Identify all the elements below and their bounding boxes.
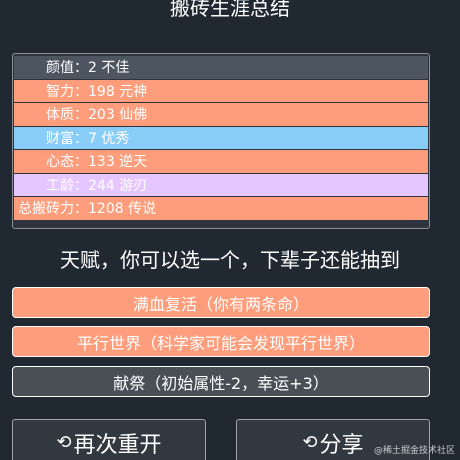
stat-name: 心态：: [46, 154, 88, 171]
stat-name: 工龄：: [46, 177, 88, 194]
talent-heading: 天赋，你可以选一个，下辈子还能抽到: [60, 248, 400, 272]
stat-row-looks: 颜值： 2 不佳: [14, 56, 428, 80]
stat-value: 1208 传说: [88, 201, 157, 218]
refresh-icon: ⟲: [56, 432, 72, 453]
talent-option-sacrifice[interactable]: 献祭（初始属性-2，幸运+3）: [12, 366, 430, 397]
stat-value: 244 游刃: [88, 177, 148, 194]
stat-name: 财富：: [46, 130, 88, 147]
stat-row-mentality: 心态： 133 逆天: [14, 150, 428, 174]
stat-value: 133 逆天: [88, 154, 148, 171]
stat-row-constitution: 体质： 203 仙佛: [14, 103, 428, 127]
stat-row-work-years: 工龄： 244 游刃: [14, 173, 428, 197]
stat-value: 203 仙佛: [88, 107, 148, 124]
share-button-label: 分享: [319, 433, 364, 458]
stat-row-total-power: 总搬砖力： 1208 传说: [14, 197, 428, 221]
talent-option-parallel-world[interactable]: 平行世界（科学家可能会发现平行世界）: [12, 326, 430, 357]
stat-name: 总搬砖力：: [18, 201, 88, 218]
restart-button-label: 再次重开: [73, 433, 162, 458]
talent-option-revive[interactable]: 满血复活（你有两条命）: [12, 287, 430, 318]
life-summary-screen: 搬砖生涯总结 颜值： 2 不佳 智力： 198 元神 体质： 203 仙佛 财富： 7 …: [0, 0, 460, 460]
page-title: 搬砖生涯总结: [170, 0, 290, 20]
stat-name: 颜值：: [46, 60, 88, 77]
stat-value: 7 优秀: [88, 130, 130, 147]
refresh-icon: ⟲: [302, 432, 318, 453]
stats-panel: 颜值： 2 不佳 智力： 198 元神 体质： 203 仙佛 财富： 7 优秀 心态： 1…: [12, 53, 430, 229]
watermark: @稀土掘金技术社区: [373, 446, 455, 456]
stat-row-intelligence: 智力： 198 元神: [14, 79, 428, 103]
stat-value: 2 不佳: [88, 60, 130, 77]
stat-name: 体质：: [46, 107, 88, 124]
stat-name: 智力：: [46, 83, 88, 100]
restart-button[interactable]: ⟲ 再次重开: [12, 419, 206, 460]
stat-value: 198 元神: [88, 83, 148, 100]
stat-row-wealth: 财富： 7 优秀: [14, 126, 428, 150]
